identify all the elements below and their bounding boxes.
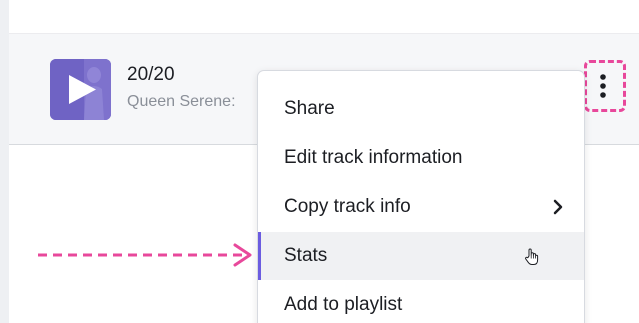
menu-item-label: Edit track information [284,147,463,168]
menu-item-share[interactable]: Share [258,85,584,133]
play-icon [50,59,111,120]
menu-item-label: Share [284,98,335,119]
menu-item-copy-track-info[interactable]: Copy track info [258,183,584,231]
track-title: 20/20 [127,64,175,85]
menu-item-label: Stats [284,245,328,266]
annotation-arrow-icon [38,243,252,267]
more-options-button[interactable] [584,60,626,112]
menu-item-stats[interactable]: Stats [258,232,584,280]
track-artist: Queen Serene: [127,93,236,110]
left-rail [0,0,9,323]
menu-item-label: Copy track info [284,196,411,217]
track-thumbnail[interactable] [50,59,111,120]
menu-item-edit-track-information[interactable]: Edit track information [258,134,584,182]
menu-item-add-to-playlist[interactable]: Add to playlist [258,281,584,323]
chevron-right-icon [553,199,563,215]
hand-cursor-icon [525,248,539,265]
menu-item-label: Add to playlist [284,294,403,315]
vertical-ellipsis-icon [600,74,606,98]
track-context-menu: Share Edit track information Copy track … [257,70,585,323]
page: 20/20 Queen Serene: Share Edit track inf… [0,0,639,323]
